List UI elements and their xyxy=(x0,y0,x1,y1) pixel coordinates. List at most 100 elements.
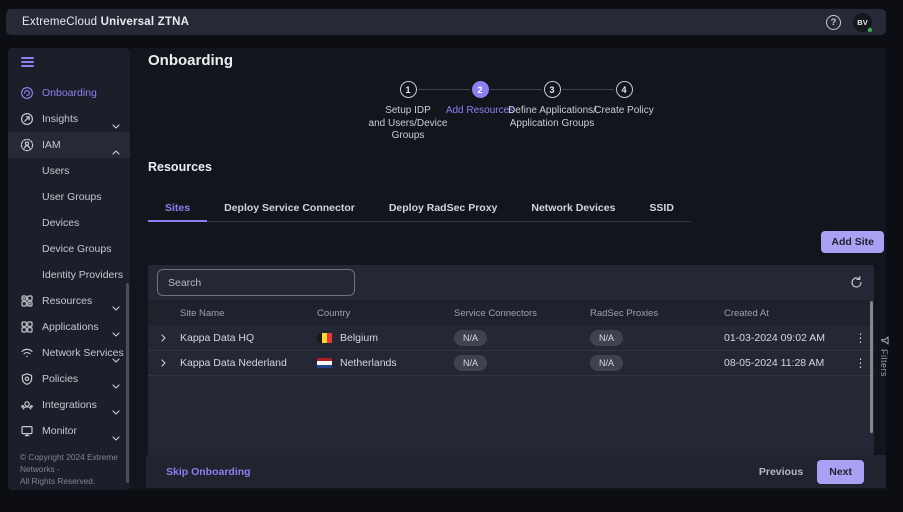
sidebar-sublabel: Identity Providers xyxy=(42,269,123,281)
brand-bold: Universal ZTNA xyxy=(101,16,189,28)
country-cell: Belgium xyxy=(315,332,452,344)
sidebar-item-resources[interactable]: Resources xyxy=(8,288,130,314)
step-circle[interactable]: 4 xyxy=(616,81,633,98)
avatar-initials: BV xyxy=(857,18,867,27)
rights-line: All Rights Reserved. xyxy=(20,475,126,487)
step-circle[interactable]: 1 xyxy=(400,81,417,98)
row-expander-icon[interactable] xyxy=(148,359,178,367)
netherlands-flag-icon xyxy=(317,358,332,368)
chevron-down-icon xyxy=(112,428,120,446)
tab-deploy-radsec-proxy[interactable]: Deploy RadSec Proxy xyxy=(372,195,515,222)
insights-gauge-icon xyxy=(20,112,34,126)
service-connectors-cell: N/A xyxy=(452,355,588,371)
sidebar-item-device-groups[interactable]: Device Groups xyxy=(8,236,130,262)
filters-label: Filters xyxy=(879,349,889,377)
sidebar-item-devices[interactable]: Devices xyxy=(8,210,130,236)
step-circle[interactable]: 3 xyxy=(544,81,561,98)
radsec-proxies-cell: N/A xyxy=(588,330,722,346)
created-at-cell: 08-05-2024 11:28 AM xyxy=(722,357,847,369)
sidebar-label: Insights xyxy=(42,113,78,125)
na-badge: N/A xyxy=(454,355,487,371)
na-badge: N/A xyxy=(590,330,623,346)
sidebar-item-network-services[interactable]: Network Services xyxy=(8,340,130,366)
previous-button[interactable]: Previous xyxy=(759,466,803,478)
sidebar-label: Monitor xyxy=(42,425,77,437)
footer-action-bar: Skip Onboarding Previous Next xyxy=(146,455,886,488)
resources-grid-icon xyxy=(20,294,34,308)
iam-user-gear-icon xyxy=(20,138,34,152)
table-header-row: Site Name Country Service Connectors Rad… xyxy=(148,300,874,326)
sidebar-item-user-groups[interactable]: User Groups xyxy=(8,184,130,210)
col-service-connectors[interactable]: Service Connectors xyxy=(452,308,588,319)
sidebar-nav: Onboarding Insights IAM Users User G xyxy=(8,80,130,444)
topbar-right: ? BV xyxy=(826,9,872,35)
filters-side-tab[interactable]: Filters xyxy=(877,336,891,377)
app-root: ExtremeCloud Universal ZTNA ? BV Onboard… xyxy=(0,0,903,512)
sidebar-item-identity-providers[interactable]: Identity Providers xyxy=(8,262,130,288)
sidebar-item-users[interactable]: Users xyxy=(8,158,130,184)
copyright-line: © Copyright 2024 Extreme Networks - xyxy=(20,451,126,475)
col-radsec-proxies[interactable]: RadSec Proxies xyxy=(588,308,722,319)
add-site-button[interactable]: Add Site xyxy=(821,231,884,253)
search-input[interactable] xyxy=(157,269,355,296)
online-status-dot xyxy=(867,27,873,33)
row-menu-icon[interactable]: ⋮ xyxy=(855,358,867,368)
skip-onboarding-link[interactable]: Skip Onboarding xyxy=(166,466,251,478)
hamburger-icon[interactable] xyxy=(21,57,34,70)
tab-ssid[interactable]: SSID xyxy=(632,195,691,222)
onboarding-swirl-icon xyxy=(20,86,34,100)
wifi-icon xyxy=(20,346,34,360)
site-name-cell: Kappa Data HQ xyxy=(178,332,315,344)
table-row[interactable]: Kappa Data Nederland Netherlands N/A N/A… xyxy=(148,351,874,376)
na-badge: N/A xyxy=(454,330,487,346)
sidebar-item-policies[interactable]: Policies xyxy=(8,366,130,392)
col-country[interactable]: Country xyxy=(315,308,452,319)
sidebar-footer: © Copyright 2024 Extreme Networks - All … xyxy=(20,451,126,490)
tab-sites[interactable]: Sites xyxy=(148,195,207,222)
step-circle[interactable]: 2 xyxy=(472,81,489,98)
site-name-cell: Kappa Data Nederland xyxy=(178,357,315,369)
step-label: Create Policy xyxy=(564,105,684,118)
row-expander-icon[interactable] xyxy=(148,334,178,342)
integrations-gear-icon xyxy=(20,398,34,412)
sidebar-item-insights[interactable]: Insights xyxy=(8,106,130,132)
sidebar-item-iam[interactable]: IAM xyxy=(8,132,130,158)
sidebar-scrollbar[interactable] xyxy=(126,283,129,483)
stepper-connector xyxy=(418,89,470,90)
chevron-up-icon xyxy=(112,142,120,160)
sidebar: Onboarding Insights IAM Users User G xyxy=(8,48,130,490)
sidebar-label: IAM xyxy=(42,139,61,151)
row-menu-icon[interactable]: ⋮ xyxy=(855,333,867,343)
brand: ExtremeCloud Universal ZTNA xyxy=(22,16,189,28)
service-connectors-cell: N/A xyxy=(452,330,588,346)
col-site-name[interactable]: Site Name xyxy=(178,308,315,319)
avatar[interactable]: BV xyxy=(853,13,872,32)
help-icon[interactable]: ? xyxy=(826,15,841,30)
table-row[interactable]: Kappa Data HQ Belgium N/A N/A 01-03-2024… xyxy=(148,326,874,351)
main-content: Onboarding 1 Setup IDP and Users/Device … xyxy=(130,48,886,490)
monitor-icon xyxy=(20,424,34,438)
resources-tabs: Sites Deploy Service Connector Deploy Ra… xyxy=(148,195,691,222)
sidebar-item-integrations[interactable]: Integrations xyxy=(8,392,130,418)
sidebar-item-monitor[interactable]: Monitor xyxy=(8,418,130,444)
sidebar-item-applications[interactable]: Applications xyxy=(8,314,130,340)
refresh-icon[interactable] xyxy=(849,275,864,290)
sidebar-item-onboarding[interactable]: Onboarding xyxy=(8,80,130,106)
version-line: Version v24.1.1.29+build.1 xyxy=(20,487,126,490)
brand-regular: ExtremeCloud xyxy=(22,16,97,28)
onboarding-stepper: 1 Setup IDP and Users/Device Groups 2 Ad… xyxy=(372,81,662,153)
sidebar-label: Policies xyxy=(42,373,78,385)
resources-section-title: Resources xyxy=(148,160,212,174)
next-button[interactable]: Next xyxy=(817,460,864,484)
tab-network-devices[interactable]: Network Devices xyxy=(514,195,632,222)
col-created-at[interactable]: Created At xyxy=(722,308,847,319)
step-4-create-policy: 4 Create Policy xyxy=(588,81,660,143)
sidebar-sublabel: Devices xyxy=(42,217,79,229)
sidebar-label: Applications xyxy=(42,321,99,333)
sidebar-label: Integrations xyxy=(42,399,97,411)
na-badge: N/A xyxy=(590,355,623,371)
tab-deploy-service-connector[interactable]: Deploy Service Connector xyxy=(207,195,372,222)
footer-right-actions: Previous Next xyxy=(759,460,864,484)
table-scrollbar[interactable] xyxy=(870,301,873,433)
topbar: ExtremeCloud Universal ZTNA ? BV xyxy=(6,9,886,35)
